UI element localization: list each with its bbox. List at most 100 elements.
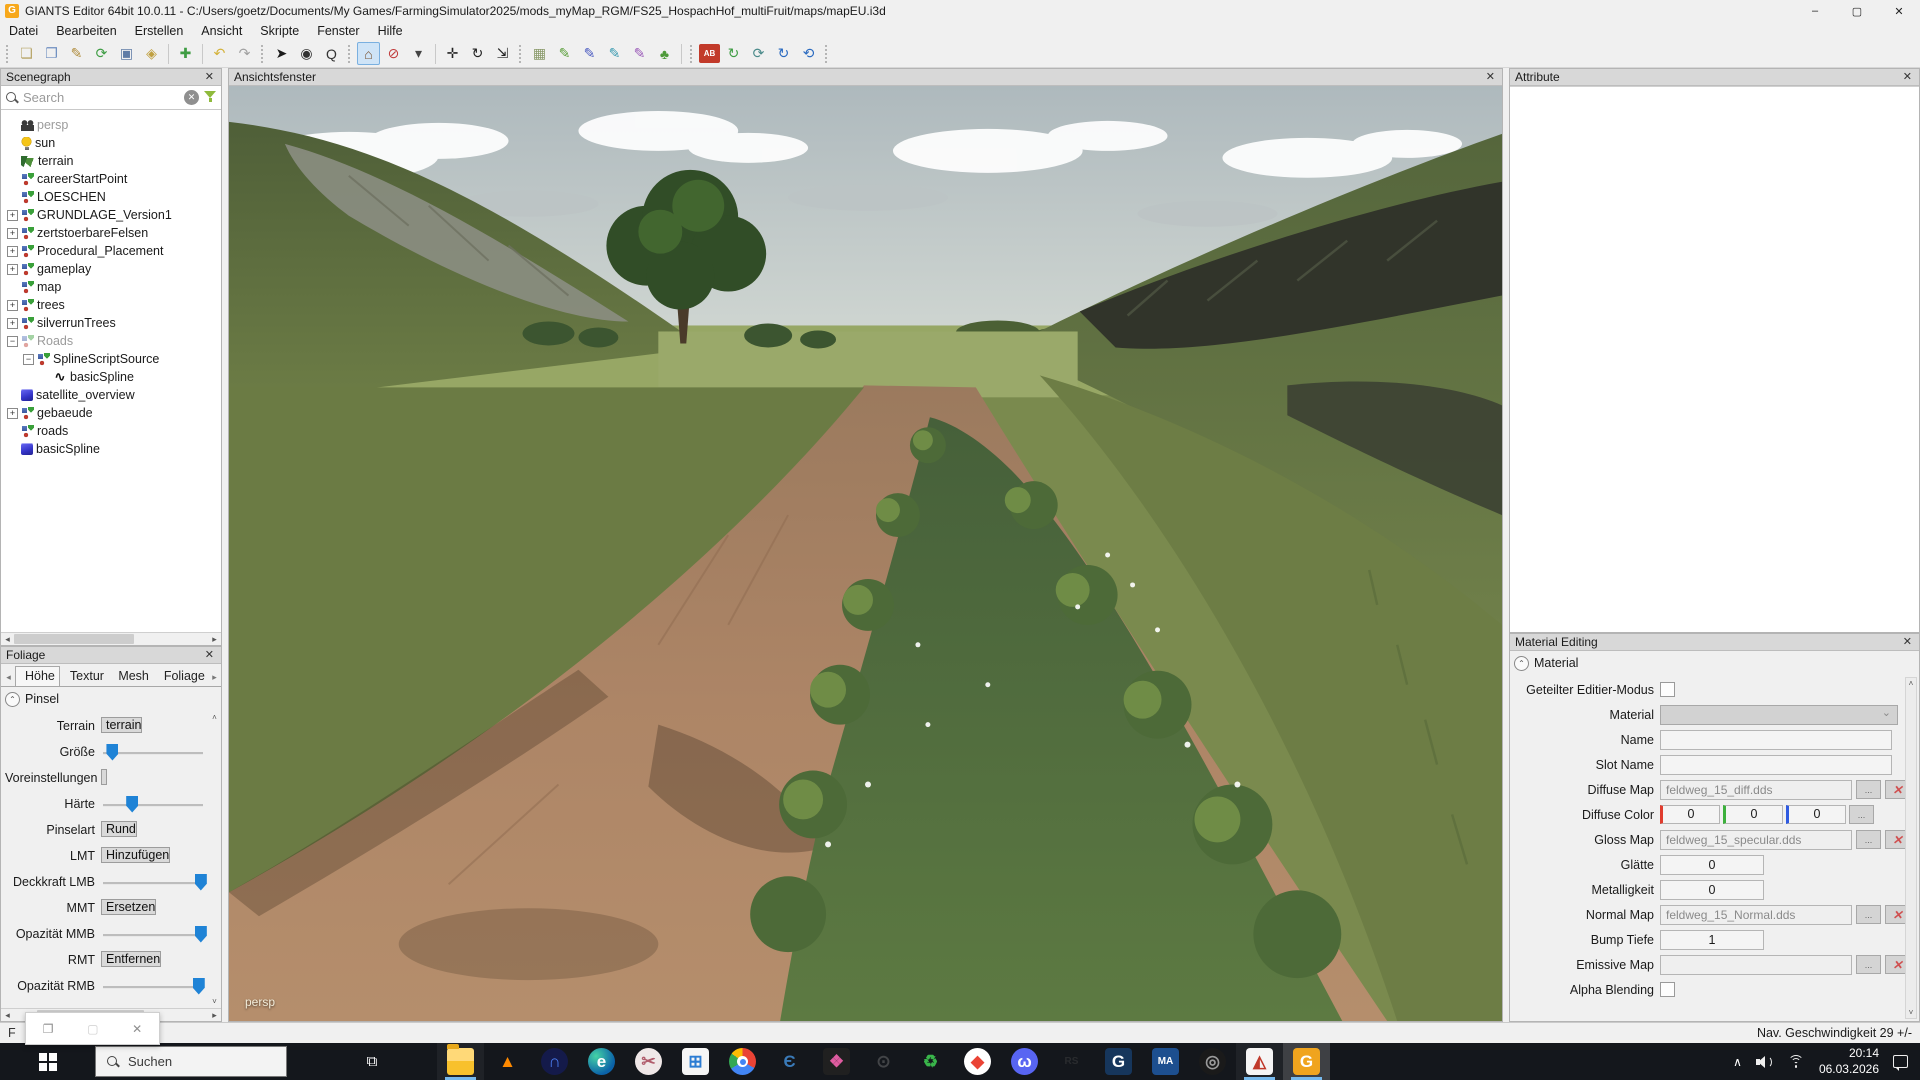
maximize-icon[interactable]: ▢ bbox=[87, 1022, 98, 1036]
scroll-down-icon[interactable]: ˅ bbox=[212, 997, 217, 1006]
menu-item[interactable]: Skripte bbox=[251, 22, 308, 40]
editor-e[interactable]: Є bbox=[766, 1043, 813, 1080]
scenegraph-item[interactable]: − Roads bbox=[1, 332, 221, 350]
scroll-up-icon[interactable]: ˄ bbox=[212, 713, 217, 722]
mini-window[interactable]: ❐▢✕ bbox=[25, 1012, 160, 1045]
pinsel-section-header[interactable]: ⌃ Pinsel bbox=[1, 687, 221, 711]
scenegraph-item[interactable]: terrain bbox=[1, 152, 221, 170]
scenegraph-item[interactable]: + gebaeude bbox=[1, 404, 221, 422]
collapse-icon[interactable]: ⌃ bbox=[1514, 656, 1529, 671]
browse-button[interactable]: ... bbox=[1856, 780, 1881, 799]
ab-cube-icon[interactable]: AB bbox=[699, 44, 720, 63]
clock[interactable]: 20:14 06.03.2026 bbox=[1819, 1046, 1879, 1077]
scenegraph-item[interactable]: satellite_overview bbox=[1, 386, 221, 404]
scroll-right-icon[interactable]: ▸ bbox=[208, 634, 221, 645]
terrain-brush-teal-icon[interactable]: ✎ bbox=[603, 42, 626, 65]
file-field[interactable] bbox=[1660, 955, 1852, 975]
viewport-3d-scene[interactable]: persp bbox=[229, 86, 1502, 1021]
giants-editor[interactable]: G bbox=[1283, 1043, 1330, 1080]
number-field[interactable]: 1 bbox=[1660, 930, 1764, 950]
tree-expander-icon[interactable]: − bbox=[23, 354, 34, 365]
redo-icon[interactable]: ↷ bbox=[233, 42, 256, 65]
green-field[interactable]: 0 bbox=[1723, 805, 1783, 824]
file-field[interactable]: feldweg_15_diff.dds bbox=[1660, 780, 1852, 800]
open-file-icon[interactable]: ❐ bbox=[40, 42, 63, 65]
scenegraph-item[interactable]: LOESCHEN bbox=[1, 188, 221, 206]
scenegraph-item[interactable]: + trees bbox=[1, 296, 221, 314]
scale-tool-icon[interactable]: ⇲ bbox=[491, 42, 514, 65]
field-value[interactable] bbox=[101, 769, 107, 785]
tree-expander-icon[interactable]: + bbox=[7, 318, 18, 329]
slider-handle[interactable] bbox=[195, 874, 207, 891]
microsoft-store[interactable]: ⊞ bbox=[672, 1043, 719, 1080]
scenegraph-item[interactable]: ∿ basicSpline bbox=[1, 368, 221, 386]
tree-expander-icon[interactable]: + bbox=[7, 228, 18, 239]
clear-search-icon[interactable]: ✕ bbox=[184, 90, 199, 105]
google-maps[interactable]: ◆ bbox=[954, 1043, 1001, 1080]
taskbar-search[interactable]: Suchen bbox=[95, 1046, 287, 1077]
scenegraph-item[interactable]: + zertstoerbareFelsen bbox=[1, 224, 221, 242]
tray-expand-icon[interactable]: ∧ bbox=[1733, 1055, 1742, 1069]
file-field[interactable]: feldweg_15_Normal.dds bbox=[1660, 905, 1852, 925]
chrome[interactable] bbox=[719, 1043, 766, 1080]
field-value[interactable]: Ersetzen bbox=[101, 899, 156, 915]
color-picker-button[interactable]: ... bbox=[1849, 805, 1874, 824]
number-field[interactable]: 0 bbox=[1660, 855, 1764, 875]
tree-expander-icon[interactable]: + bbox=[7, 210, 18, 221]
number-field[interactable]: 0 bbox=[1660, 880, 1764, 900]
media-player[interactable]: ∩ bbox=[531, 1043, 578, 1080]
save-icon[interactable]: ▣ bbox=[115, 42, 138, 65]
menu-item[interactable]: Fenster bbox=[308, 22, 368, 40]
tree-expander-icon[interactable]: + bbox=[7, 408, 18, 419]
restore-icon[interactable]: ❐ bbox=[43, 1022, 54, 1036]
collapse-icon[interactable]: ⌃ bbox=[5, 692, 20, 707]
show-hide-icon[interactable]: ◉ bbox=[295, 42, 318, 65]
snipping-tool[interactable]: ✂ bbox=[625, 1043, 672, 1080]
sync-app[interactable]: ♻ bbox=[907, 1043, 954, 1080]
foliage-tab[interactable]: Textur bbox=[60, 666, 108, 686]
browse-button[interactable]: ... bbox=[1856, 830, 1881, 849]
zoom-tool-icon[interactable]: Q bbox=[320, 42, 343, 65]
material-section-header[interactable]: ⌃ Material bbox=[1510, 651, 1919, 675]
scenegraph-hscrollbar[interactable]: ◂ ▸ bbox=[1, 632, 221, 645]
task-view-button[interactable]: ⧉ bbox=[349, 1043, 395, 1080]
foliage-vscrollbar[interactable]: ˄ ˅ bbox=[209, 713, 220, 1006]
field-value[interactable]: Hinzufügen bbox=[101, 847, 170, 863]
start-button[interactable] bbox=[0, 1043, 95, 1080]
translate-tool-icon[interactable]: ✛ bbox=[441, 42, 464, 65]
foliage-tab[interactable]: Höhe bbox=[15, 666, 60, 686]
slider-handle[interactable] bbox=[195, 926, 207, 943]
scenegraph-item[interactable]: + Procedural_Placement bbox=[1, 242, 221, 260]
text-field[interactable] bbox=[1660, 730, 1892, 750]
rotate-view-icon[interactable]: ↻ bbox=[772, 42, 795, 65]
robot-app[interactable]: ⊙ bbox=[860, 1043, 907, 1080]
scenegraph-item[interactable]: + gameplay bbox=[1, 260, 221, 278]
volume-icon[interactable] bbox=[1756, 1055, 1773, 1069]
scroll-up-icon[interactable]: ˄ bbox=[1909, 679, 1914, 688]
checkbox[interactable] bbox=[1660, 982, 1675, 997]
tree-expander-icon[interactable]: + bbox=[7, 246, 18, 257]
irfanview[interactable]: ◭ bbox=[1236, 1043, 1283, 1080]
maximize-button[interactable]: ▢ bbox=[1836, 0, 1878, 22]
terrain-brush-blue-icon[interactable]: ✎ bbox=[578, 42, 601, 65]
rotate-tool-icon[interactable]: ↻ bbox=[466, 42, 489, 65]
slider-handle[interactable] bbox=[106, 744, 118, 761]
tool-dropdown-icon[interactable]: ▾ bbox=[407, 42, 430, 65]
close-icon[interactable]: ✕ bbox=[203, 648, 216, 663]
wifi-icon[interactable] bbox=[1787, 1055, 1805, 1069]
add-reference-icon[interactable]: ✚ bbox=[174, 42, 197, 65]
material-vscrollbar[interactable]: ˄ ˅ bbox=[1905, 677, 1917, 1019]
rs-app[interactable]: RS bbox=[1048, 1043, 1095, 1080]
field-value[interactable]: Rund bbox=[101, 821, 137, 837]
import-icon[interactable]: ✎ bbox=[65, 42, 88, 65]
tree-expander-icon[interactable]: + bbox=[7, 300, 18, 311]
slider-handle[interactable] bbox=[193, 978, 205, 995]
menu-item[interactable]: Ansicht bbox=[192, 22, 251, 40]
undo-icon[interactable]: ↶ bbox=[208, 42, 231, 65]
reload-icon[interactable]: ⟳ bbox=[90, 42, 113, 65]
edge[interactable]: e bbox=[578, 1043, 625, 1080]
scroll-down-icon[interactable]: ˅ bbox=[1909, 1008, 1914, 1017]
field-value[interactable]: terrain bbox=[101, 717, 142, 733]
no-material-icon[interactable]: ⊘ bbox=[382, 42, 405, 65]
checkbox[interactable] bbox=[1660, 682, 1675, 697]
